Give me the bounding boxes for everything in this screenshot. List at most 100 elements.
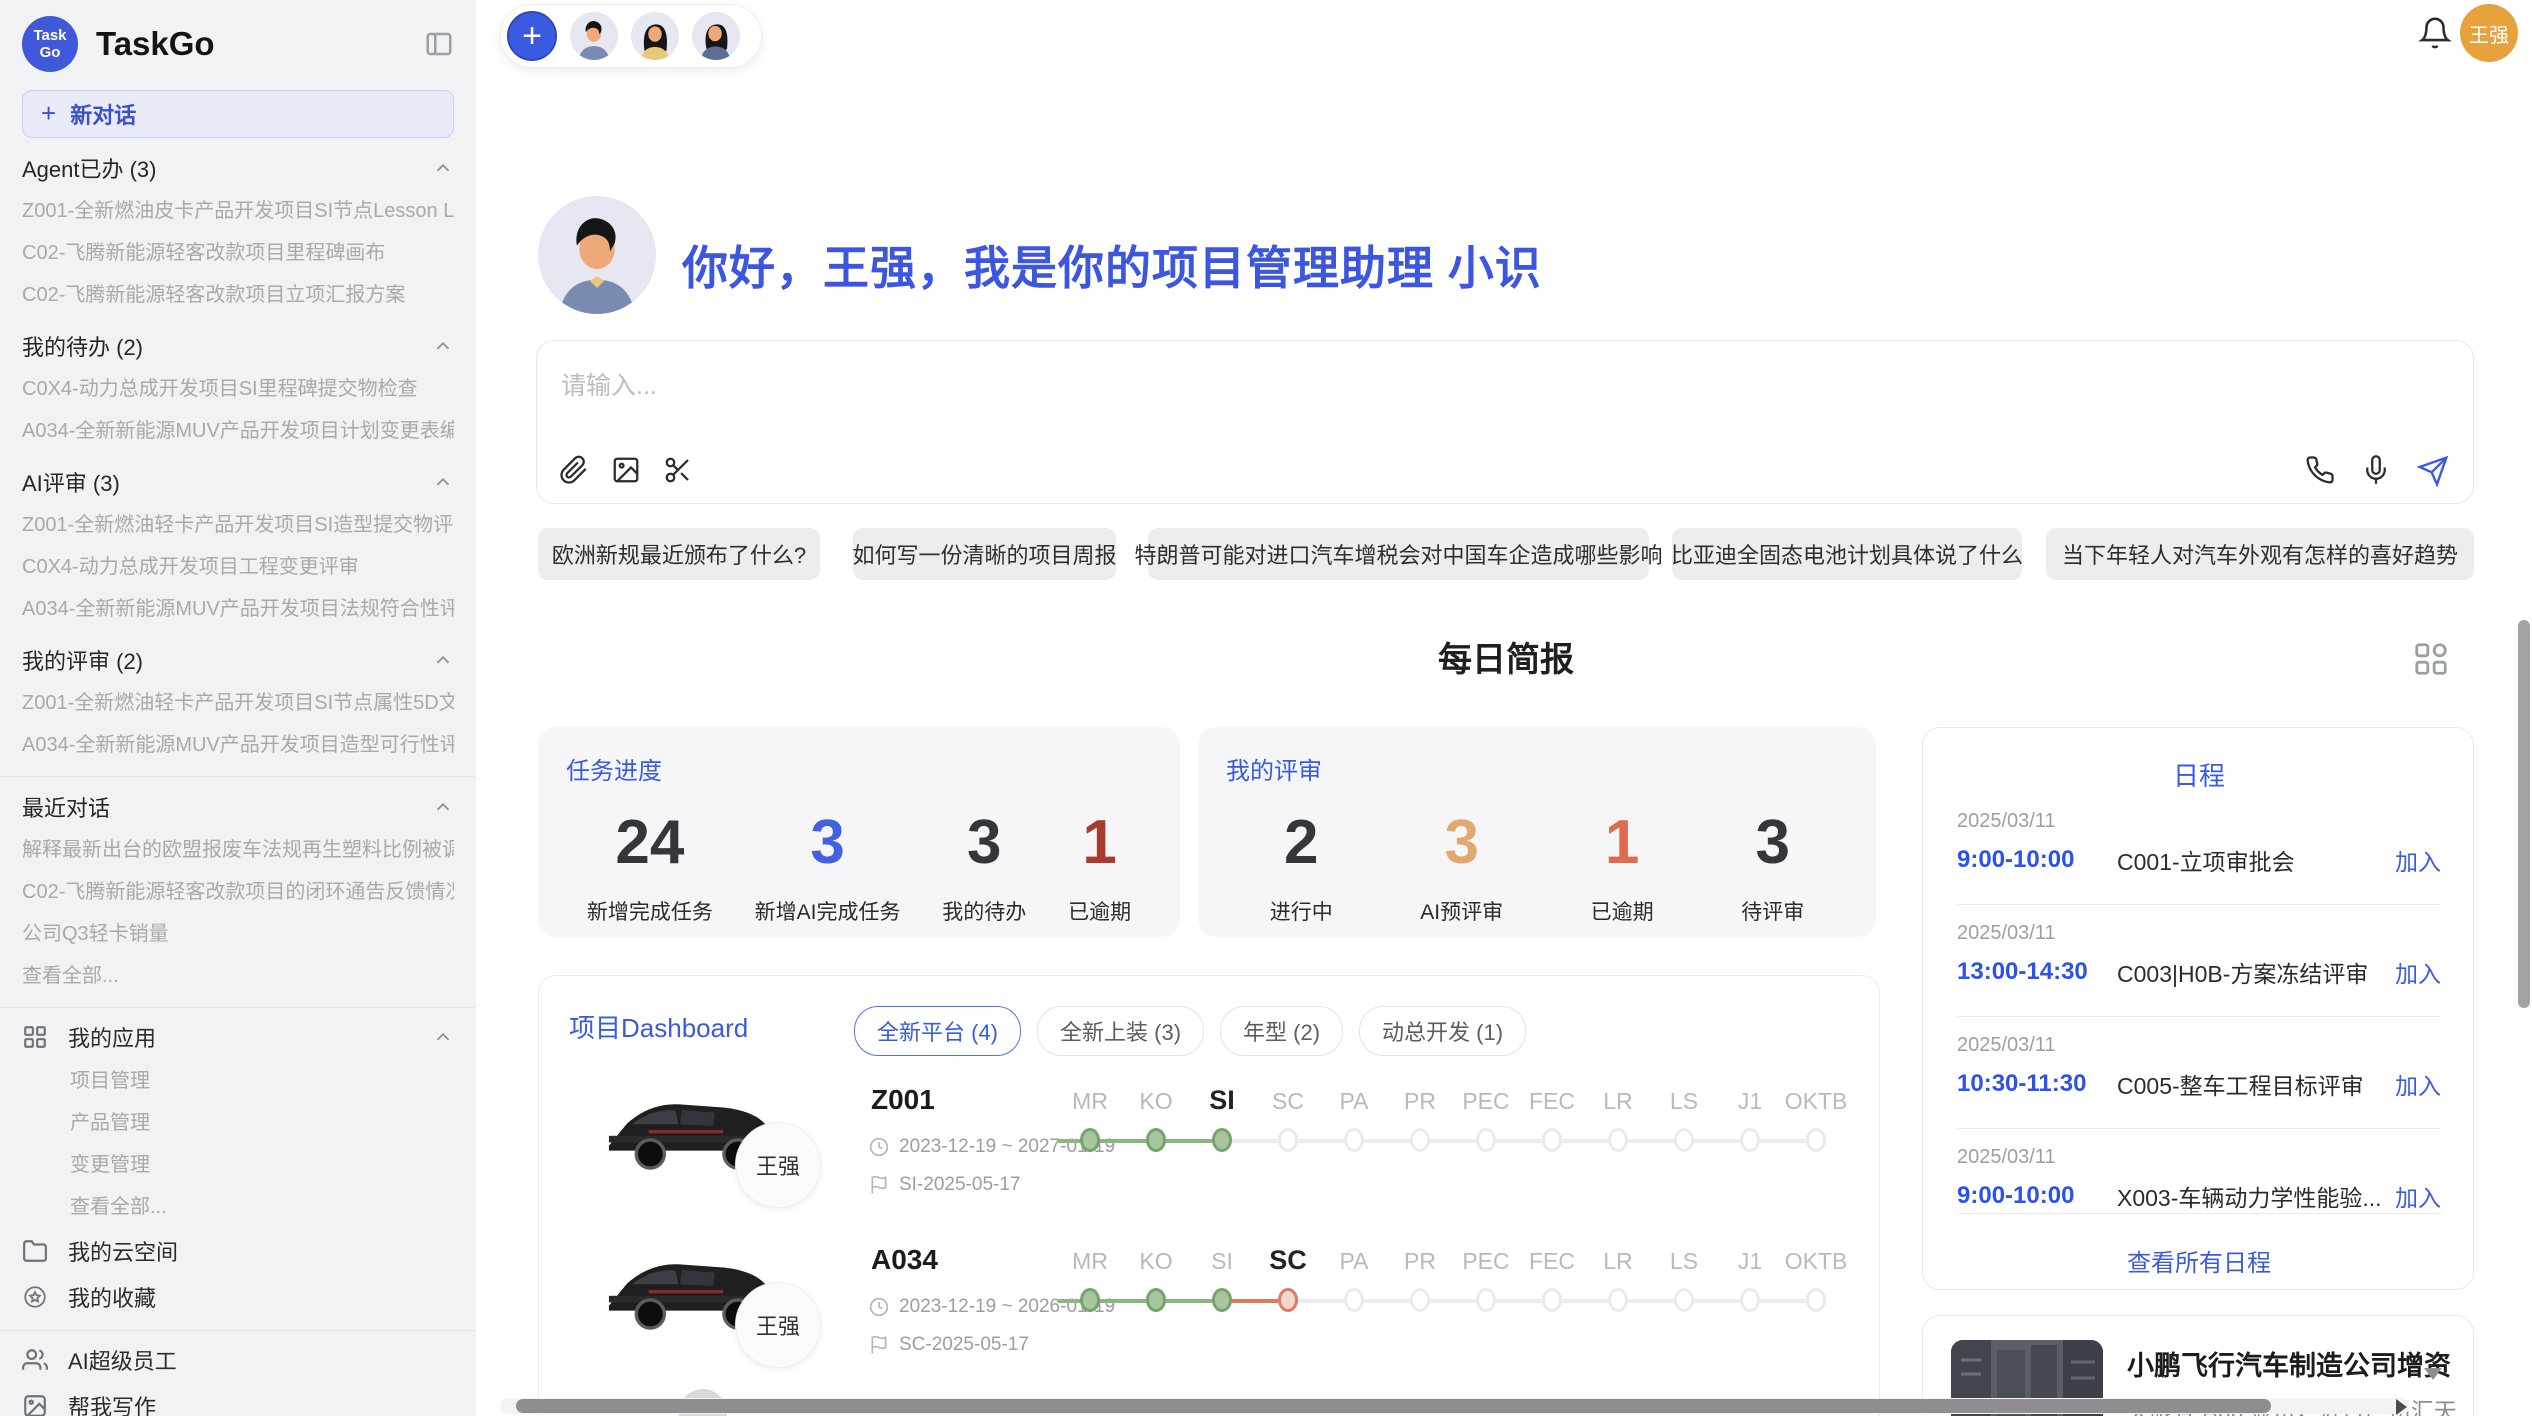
- sidebar-item-project-mgmt[interactable]: 项目管理: [22, 1060, 454, 1102]
- briefing-layout-icon[interactable]: [2412, 640, 2450, 678]
- view-all-link[interactable]: 查看全部...: [22, 1186, 454, 1228]
- list-item[interactable]: C02-飞腾新能源轻客改款项目里程碑画布: [22, 232, 454, 274]
- chevron-up-icon[interactable]: [432, 796, 454, 818]
- phone-icon[interactable]: [2305, 455, 2335, 485]
- list-item[interactable]: A034-全新新能源MUV产品开发项目计划变更表编写: [22, 410, 454, 452]
- sidebar-item-cloud-space[interactable]: 我的云空间: [22, 1228, 454, 1274]
- scroll-right-arrow[interactable]: [2396, 1399, 2407, 1415]
- suggestion-chip[interactable]: 特朗普可能对进口汽车增税会对中国车企造成哪些影响: [1148, 528, 1649, 580]
- view-all-link[interactable]: 查看全部...: [22, 955, 454, 997]
- event-date: 2025/03/11: [1957, 1146, 2441, 1169]
- list-item[interactable]: Z001-全新燃油皮卡产品开发项目SI节点Lesson Learn报告: [22, 190, 454, 232]
- section-label: Agent已办 (3): [22, 152, 157, 184]
- sidebar-collapse-icon[interactable]: [424, 29, 454, 59]
- add-agent-button[interactable]: +: [507, 11, 557, 61]
- vertical-scrollbar-thumb[interactable]: [2518, 620, 2530, 1008]
- chevron-up-icon[interactable]: [432, 157, 454, 179]
- schedule-card: 日程 2025/03/11 9:00-10:00 C001-立项审批会 加入 2…: [1922, 727, 2474, 1290]
- attachment-icon[interactable]: [559, 455, 589, 485]
- sidebar-item-label: 我的应用: [68, 1021, 156, 1053]
- scissors-icon[interactable]: [663, 455, 693, 485]
- horizontal-scrollbar-thumb[interactable]: [516, 1399, 2271, 1413]
- horizontal-scrollbar[interactable]: [500, 1398, 2410, 1414]
- image-icon[interactable]: [611, 455, 641, 485]
- join-link[interactable]: 加入: [2395, 955, 2441, 989]
- sidebar-item-ai-staff[interactable]: AI超级员工: [22, 1337, 454, 1383]
- notifications-bell-icon[interactable]: [2418, 16, 2452, 50]
- list-item[interactable]: C02-飞腾新能源轻客改款项目立项汇报方案: [22, 274, 454, 316]
- microphone-icon[interactable]: [2361, 455, 2391, 485]
- sidebar-item-favorites[interactable]: 我的收藏: [22, 1274, 454, 1320]
- stat-new-done: 24新增完成任务: [587, 808, 713, 926]
- milestone-dot: [1608, 1288, 1628, 1312]
- milestone-dot-done: [1080, 1128, 1100, 1152]
- join-link[interactable]: 加入: [2395, 843, 2441, 877]
- composer-right-tools: [2305, 455, 2447, 485]
- flag-icon: [869, 1335, 889, 1355]
- join-link[interactable]: 加入: [2395, 1067, 2441, 1101]
- suggestion-chip[interactable]: 欧洲新规最近颁布了什么?: [538, 528, 820, 580]
- filter-chip-new-platform[interactable]: 全新平台 (4): [854, 1006, 1021, 1056]
- view-all-schedule-link[interactable]: 查看所有日程: [1923, 1243, 2475, 1278]
- list-item[interactable]: C0X4-动力总成开发项目SI里程碑提交物检查: [22, 368, 454, 410]
- sidebar-item-product-mgmt[interactable]: 产品管理: [22, 1102, 454, 1144]
- logo-line1: Task: [33, 27, 66, 44]
- sidebar-item-label: 我的云空间: [68, 1235, 178, 1267]
- card-title: 我的评审: [1226, 751, 1848, 786]
- project-flag-date: SI-2025-05-17: [869, 1174, 1020, 1196]
- list-item[interactable]: A034-全新新能源MUV产品开发项目法规符合性评审: [22, 588, 454, 630]
- section-my-review[interactable]: 我的评审 (2): [22, 638, 454, 682]
- list-item[interactable]: A034-全新新能源MUV产品开发项目造型可行性评审: [22, 724, 454, 766]
- milestone-label: OKTB: [1776, 1248, 1856, 1275]
- chevron-up-icon[interactable]: [432, 335, 454, 357]
- suggestion-chip[interactable]: 如何写一份清晰的项目周报: [853, 528, 1116, 580]
- list-item[interactable]: C0X4-动力总成开发项目工程变更评审: [22, 546, 454, 588]
- list-item[interactable]: Z001-全新燃油轻卡产品开发项目SI造型提交物评审: [22, 504, 454, 546]
- milestone-dot-done: [1080, 1288, 1100, 1312]
- sidebar-item-my-apps[interactable]: 我的应用: [22, 1014, 454, 1060]
- filter-chip-new-body[interactable]: 全新上装 (3): [1037, 1006, 1204, 1056]
- divider: [0, 776, 476, 777]
- filter-chip-model-year[interactable]: 年型 (2): [1220, 1006, 1343, 1056]
- dashboard-title: 项目Dashboard: [569, 1008, 748, 1045]
- section-agent-done[interactable]: Agent已办 (3): [22, 146, 454, 190]
- task-progress-card: 任务进度 24新增完成任务 3新增AI完成任务 3我的待办 1已逾期: [538, 727, 1180, 937]
- event-title: C001-立项审批会: [2117, 843, 2395, 877]
- sidebar-item-help-write[interactable]: 帮我写作: [22, 1383, 454, 1416]
- message-input[interactable]: [559, 363, 1963, 409]
- dashboard-filters: 全新平台 (4) 全新上装 (3) 年型 (2) 动总开发 (1): [854, 1006, 1526, 1056]
- project-row[interactable]: 王强 Z001 2023-12-19 ~ 2027-01-19 SI-2025-…: [539, 1076, 1879, 1236]
- send-icon[interactable]: [2417, 455, 2447, 485]
- suggestion-chip[interactable]: 比亚迪全固态电池计划具体说了什么: [1672, 528, 2022, 580]
- schedule-title: 日程: [1923, 756, 2475, 793]
- section-ai-review[interactable]: AI评审 (3): [22, 460, 454, 504]
- scroll-down-arrow[interactable]: [2424, 1368, 2442, 1380]
- list-item[interactable]: C02-飞腾新能源轻客改款项目的闭环通告反馈情况: [22, 871, 454, 913]
- logo-line2: Go: [40, 44, 61, 61]
- new-chat-button[interactable]: + 新对话: [22, 90, 454, 138]
- message-composer: [536, 340, 2474, 504]
- list-item[interactable]: Z001-全新燃油轻卡产品开发项目SI节点属性5D文件评审: [22, 682, 454, 724]
- section-label: AI评审 (3): [22, 466, 120, 498]
- chevron-up-icon[interactable]: [432, 471, 454, 493]
- chevron-up-icon[interactable]: [432, 649, 454, 671]
- avatar[interactable]: [692, 12, 740, 60]
- user-avatar[interactable]: 王强: [2460, 4, 2518, 62]
- project-row[interactable]: 王强 A034 2023-12-19 ~ 2026-01-19 SC-2025-…: [539, 1236, 1879, 1396]
- composer-left-tools: [559, 455, 693, 485]
- section-recent-chats[interactable]: 最近对话: [22, 785, 454, 829]
- milestone-dot: [1344, 1288, 1364, 1312]
- write-icon: [22, 1393, 48, 1416]
- section-my-todo[interactable]: 我的待办 (2): [22, 324, 454, 368]
- schedule-event: 2025/03/11 9:00-10:00 C001-立项审批会 加入: [1957, 810, 2441, 877]
- filter-chip-powertrain[interactable]: 动总开发 (1): [1359, 1006, 1526, 1056]
- list-item[interactable]: 公司Q3轻卡销量: [22, 913, 454, 955]
- sidebar: Task Go TaskGo + 新对话 Agent已办 (3) Z001-全新…: [0, 0, 476, 1416]
- suggestion-chip[interactable]: 当下年轻人对汽车外观有怎样的喜好趋势: [2046, 528, 2474, 580]
- avatar[interactable]: [631, 12, 679, 60]
- sidebar-item-change-mgmt[interactable]: 变更管理: [22, 1144, 454, 1186]
- chevron-up-icon[interactable]: [432, 1026, 454, 1048]
- list-item[interactable]: 解释最新出台的欧盟报废车法规再生塑料比例被调至15%...: [22, 829, 454, 871]
- join-link[interactable]: 加入: [2395, 1179, 2441, 1213]
- avatar[interactable]: [570, 12, 618, 60]
